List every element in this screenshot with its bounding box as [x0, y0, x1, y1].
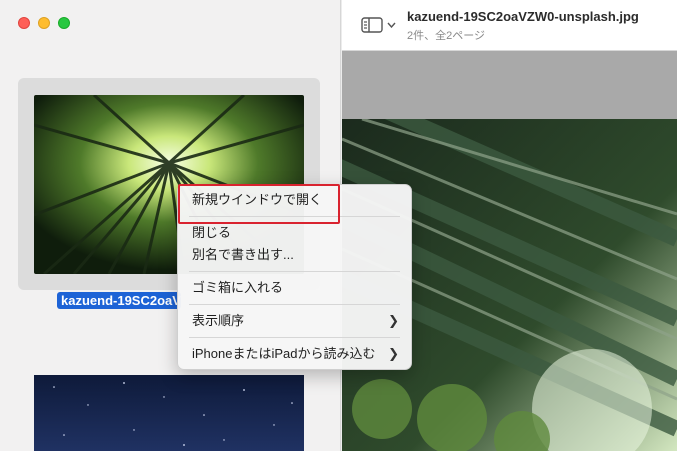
- menu-item-import-from-iphone[interactable]: iPhoneまたはiPadから読み込む ❯: [178, 343, 411, 365]
- window-controls: [18, 17, 70, 29]
- menu-separator: [189, 304, 400, 305]
- chevron-right-icon: ❯: [388, 346, 399, 361]
- menu-separator: [189, 271, 400, 272]
- context-menu: 新規ウインドウで開く 閉じる 別名で書き出す... ゴミ箱に入れる 表示順序 ❯ …: [177, 184, 412, 370]
- toolbar: kazuend-19SC2oaVZW0-unsplash.jpg 2件、全2ペー…: [342, 0, 677, 51]
- menu-item-sort-order[interactable]: 表示順序 ❯: [178, 310, 411, 332]
- menu-separator: [189, 337, 400, 338]
- sidebar-toggle-button[interactable]: [361, 15, 399, 35]
- menu-item-close[interactable]: 閉じる: [178, 222, 411, 244]
- menu-item-open-new-window[interactable]: 新規ウインドウで開く: [178, 189, 411, 211]
- thumbnail-filename-label[interactable]: kazuend-19SC2oaVZW0-unsplash.jpg: [57, 292, 181, 309]
- chevron-right-icon: ❯: [388, 313, 399, 328]
- thumbnail-image-night-sky[interactable]: [34, 375, 304, 451]
- minimize-window-button[interactable]: [38, 17, 50, 29]
- document-title: kazuend-19SC2oaVZW0-unsplash.jpg: [407, 9, 639, 24]
- menu-item-export-as[interactable]: 別名で書き出す...: [178, 244, 411, 266]
- menu-separator: [189, 216, 400, 217]
- close-window-button[interactable]: [18, 17, 30, 29]
- menu-item-move-to-trash[interactable]: ゴミ箱に入れる: [178, 277, 411, 299]
- zoom-window-button[interactable]: [58, 17, 70, 29]
- chevron-down-icon: [387, 22, 396, 28]
- document-subtitle: 2件、全2ページ: [407, 30, 486, 42]
- sidebar-toggle-icon: [361, 17, 383, 33]
